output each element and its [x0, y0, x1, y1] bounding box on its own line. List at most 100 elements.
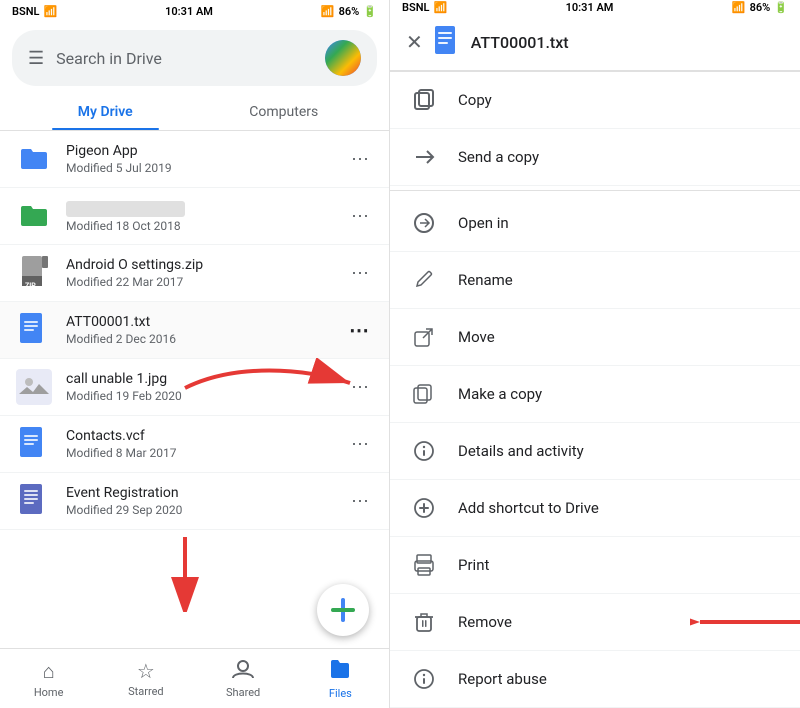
file-name: ATT00001.txt — [66, 314, 345, 330]
tab-my-drive[interactable]: My Drive — [16, 94, 195, 130]
close-button[interactable]: ✕ — [406, 30, 423, 54]
remove-icon — [410, 608, 438, 636]
file-info: call unable 1.jpg Modified 19 Feb 2020 — [66, 371, 347, 403]
file-name: Android O settings.zip — [66, 257, 347, 273]
file-name: Pigeon App — [66, 143, 347, 159]
menu-item-move[interactable]: Move — [390, 309, 800, 366]
arrow-remove-indicator — [690, 602, 800, 642]
bottom-nav: ⌂ Home ☆ Starred Shared Files — [0, 648, 389, 708]
list-item[interactable]: Pigeon App Modified 5 Jul 2019 ⋯ — [0, 131, 389, 188]
list-item[interactable]: Event Registration Modified 29 Sep 2020 … — [0, 473, 389, 530]
right-status-right: 📶 86% 🔋 — [732, 1, 788, 14]
left-carrier: BSNL — [12, 5, 39, 18]
menu-item-open-in[interactable]: Open in — [390, 195, 800, 252]
avatar[interactable] — [325, 40, 361, 76]
menu-item-report-abuse[interactable]: Report abuse — [390, 651, 800, 708]
menu-item-make-copy[interactable]: Make a copy — [390, 366, 800, 423]
nav-starred-label: Starred — [128, 685, 164, 698]
folder-icon — [16, 141, 52, 177]
fab-button[interactable] — [317, 584, 369, 636]
search-input[interactable]: Search in Drive — [56, 49, 313, 68]
menu-divider — [390, 190, 800, 191]
hamburger-icon[interactable]: ☰ — [28, 48, 44, 69]
right-header-title: ATT00001.txt — [471, 33, 569, 52]
file-info: Android O settings.zip Modified 22 Mar 2… — [66, 257, 347, 289]
file-name: Event Registration — [66, 485, 347, 501]
file-more-button[interactable]: ⋯ — [347, 202, 373, 231]
file-meta: Modified 8 Mar 2017 — [66, 446, 347, 460]
file-meta: Modified 29 Sep 2020 — [66, 503, 347, 517]
battery-icon: 🔋 — [363, 5, 377, 18]
right-carrier: BSNL — [402, 1, 429, 14]
file-info: ████████████ Modified 18 Oct 2018 — [66, 200, 347, 233]
send-copy-label: Send a copy — [458, 148, 539, 166]
file-info: Pigeon App Modified 5 Jul 2019 — [66, 143, 347, 175]
vcf-icon — [16, 426, 52, 462]
list-item[interactable]: call unable 1.jpg Modified 19 Feb 2020 ⋯ — [0, 359, 389, 416]
shared-icon — [232, 659, 254, 684]
print-icon — [410, 551, 438, 579]
file-meta: Modified 2 Dec 2016 — [66, 332, 345, 346]
details-label: Details and activity — [458, 442, 584, 460]
menu-item-rename[interactable]: Rename — [390, 252, 800, 309]
file-name: call unable 1.jpg — [66, 371, 347, 387]
wifi-icon: 📶 — [43, 5, 57, 18]
file-info: Contacts.vcf Modified 8 Mar 2017 — [66, 428, 347, 460]
list-item[interactable]: ZIP Android O settings.zip Modified 22 M… — [0, 245, 389, 302]
list-item-att[interactable]: ATT00001.txt Modified 2 Dec 2016 ⋯ — [0, 302, 389, 359]
left-status-left: BSNL 📶 — [12, 5, 57, 18]
menu-item-remove[interactable]: Remove — [390, 594, 800, 651]
remove-label: Remove — [458, 613, 512, 631]
file-more-button[interactable]: ⋯ — [347, 145, 373, 174]
right-file-icon — [435, 26, 459, 58]
file-meta: Modified 19 Feb 2020 — [66, 389, 347, 403]
right-status-bar: BSNL 📶 10:31 AM 📶 86% 🔋 — [390, 0, 800, 14]
report-abuse-label: Report abuse — [458, 670, 547, 688]
copy-icon — [410, 86, 438, 114]
right-time: 10:31 AM — [566, 1, 614, 14]
file-name: Contacts.vcf — [66, 428, 347, 444]
nav-home[interactable]: ⌂ Home — [0, 649, 97, 708]
menu-item-details[interactable]: Details and activity — [390, 423, 800, 480]
doc-icon — [16, 312, 52, 348]
left-status-bar: BSNL 📶 10:31 AM 📶 86% 🔋 — [0, 0, 389, 22]
file-more-button[interactable]: ⋯ — [347, 487, 373, 516]
rename-icon — [410, 266, 438, 294]
tab-computers[interactable]: Computers — [195, 94, 374, 130]
menu-item-copy[interactable]: Copy — [390, 71, 800, 129]
sheets-icon — [16, 483, 52, 519]
nav-shared-label: Shared — [226, 686, 260, 699]
zip-icon: ZIP — [16, 255, 52, 291]
nav-home-label: Home — [34, 686, 64, 699]
star-icon: ☆ — [137, 659, 155, 683]
right-wifi-icon: 📶 — [433, 1, 447, 14]
menu-item-print[interactable]: Print — [390, 537, 800, 594]
tabs-container: My Drive Computers — [0, 94, 389, 131]
file-more-button[interactable]: ⋯ — [345, 314, 373, 346]
menu-item-add-shortcut[interactable]: Add shortcut to Drive — [390, 480, 800, 537]
right-header: ✕ ATT00001.txt — [390, 14, 800, 71]
file-list: Pigeon App Modified 5 Jul 2019 ⋯ ███████… — [0, 131, 389, 648]
left-panel: BSNL 📶 10:31 AM 📶 86% 🔋 ☰ Search in Driv… — [0, 0, 390, 708]
right-panel: BSNL 📶 10:31 AM 📶 86% 🔋 ✕ ATT00001.txt — [390, 0, 800, 708]
menu-item-send-copy[interactable]: Send a copy — [390, 129, 800, 186]
nav-files[interactable]: Files — [292, 649, 389, 708]
copy-label: Copy — [458, 91, 492, 109]
nav-starred[interactable]: ☆ Starred — [97, 649, 194, 708]
folder-green-icon — [16, 198, 52, 234]
right-signal-icon: 📶 — [732, 1, 746, 14]
file-more-button[interactable]: ⋯ — [347, 430, 373, 459]
list-item[interactable]: ████████████ Modified 18 Oct 2018 ⋯ — [0, 188, 389, 245]
make-copy-icon — [410, 380, 438, 408]
make-copy-label: Make a copy — [458, 385, 542, 403]
file-more-button[interactable]: ⋯ — [347, 373, 373, 402]
file-more-button[interactable]: ⋯ — [347, 259, 373, 288]
right-status-left: BSNL 📶 — [402, 1, 447, 14]
file-name: ████████████ — [66, 200, 347, 217]
search-bar[interactable]: ☰ Search in Drive — [12, 30, 377, 86]
list-item[interactable]: Contacts.vcf Modified 8 Mar 2017 ⋯ — [0, 416, 389, 473]
file-meta: Modified 22 Mar 2017 — [66, 275, 347, 289]
nav-shared[interactable]: Shared — [195, 649, 292, 708]
open-in-label: Open in — [458, 214, 509, 232]
right-battery: 86% — [750, 1, 771, 14]
